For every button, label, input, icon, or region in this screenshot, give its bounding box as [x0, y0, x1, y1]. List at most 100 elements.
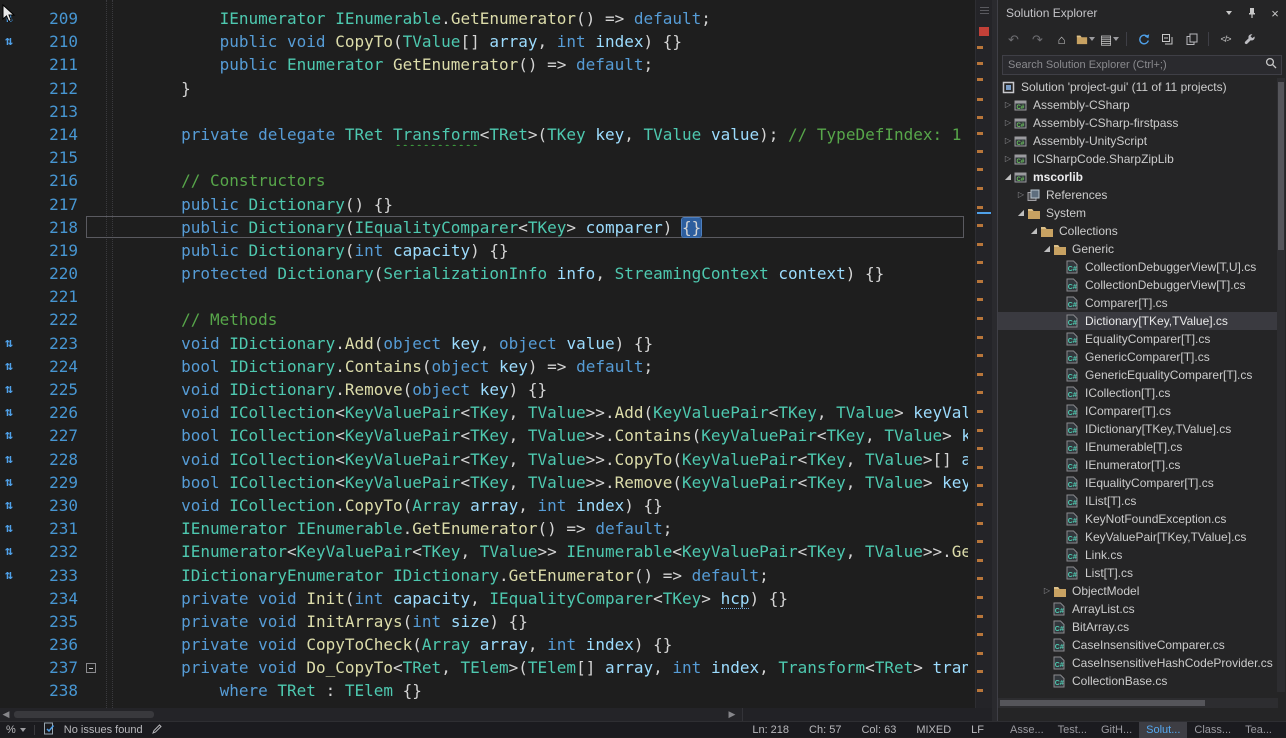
tree-item-references[interactable]: ▷References [998, 186, 1278, 204]
code-text[interactable]: private void Do_CopyTo<TRet, TElem>(TEle… [104, 656, 968, 679]
tree-item-icollection-t-cs[interactable]: C#ICollection[T].cs [998, 384, 1278, 402]
status-item-ln[interactable]: Ln: 218 [752, 724, 789, 736]
status-item-col[interactable]: Col: 63 [861, 724, 896, 736]
expanded-arrow-icon[interactable]: ◢ [1015, 204, 1027, 222]
forward-icon[interactable]: ↷ [1028, 30, 1047, 49]
tree-item-collectionbase-cs[interactable]: C#CollectionBase.cs [998, 672, 1278, 690]
code-line-237[interactable]: 237private void Do_CopyTo<TRet, TElem>(T… [0, 656, 992, 679]
tree-item-assembly-csharp[interactable]: ▷C#Assembly-CSharp [998, 96, 1278, 114]
wrench-icon[interactable] [1240, 30, 1259, 49]
tool-tab-class[interactable]: Class... [1187, 722, 1238, 738]
back-icon[interactable]: ↶ [1004, 30, 1023, 49]
code-line-211[interactable]: 211public Enumerator GetEnumerator() => … [0, 53, 992, 76]
tree-vertical-scrollbar[interactable] [1277, 78, 1285, 692]
tree-item-icsharpcode-sharpziplib[interactable]: ▷C#ICSharpCode.SharpZipLib [998, 150, 1278, 168]
code-line-228[interactable]: ⇅228void ICollection<KeyValuePair<TKey, … [0, 448, 992, 471]
filter-icon[interactable]: ▤ [1100, 30, 1119, 49]
collapsed-arrow-icon[interactable]: ▷ [1002, 114, 1014, 132]
code-text[interactable]: private delegate TRet Transform<TRet>(TK… [104, 123, 968, 146]
code-text[interactable]: void IDictionary.Add(object key, object … [104, 332, 968, 355]
tool-tab-asse[interactable]: Asse... [1003, 722, 1051, 738]
collapsed-arrow-icon[interactable]: ▷ [1041, 582, 1053, 600]
tree-item-keyvaluepair-tkey-tvalue-cs[interactable]: C#KeyValuePair[TKey,TValue].cs [998, 528, 1278, 546]
collapsed-arrow-icon[interactable]: ▷ [1015, 186, 1027, 204]
code-line-238[interactable]: 238where TRet : TElem {} [0, 679, 992, 702]
status-item-lf[interactable]: LF [971, 724, 984, 736]
status-item-ch[interactable]: Ch: 57 [809, 724, 841, 736]
code-line-209[interactable]: ⇅209IEnumerator IEnumerable.GetEnumerato… [0, 7, 992, 30]
tree-item-list-t-cs[interactable]: C#List[T].cs [998, 564, 1278, 582]
zoom-control[interactable]: % [6, 724, 26, 736]
code-text[interactable]: void IDictionary.Remove(object key) {} [104, 378, 968, 401]
tool-tab-gith[interactable]: GitH... [1094, 722, 1139, 738]
tree-item-dictionary-tkey-tvalue-cs[interactable]: C#Dictionary[TKey,TValue].cs [998, 312, 1278, 330]
code-line-231[interactable]: ⇅231IEnumerator IEnumerable.GetEnumerato… [0, 517, 992, 540]
show-all-files-icon[interactable] [1182, 30, 1201, 49]
code-line-218[interactable]: 218public Dictionary(IEqualityComparer<T… [0, 216, 992, 239]
tree-item-genericequalitycomparer-t-cs[interactable]: C#GenericEqualityComparer[T].cs [998, 366, 1278, 384]
code-line-221[interactable]: 221 [0, 285, 992, 308]
tree-item-objectmodel[interactable]: ▷ObjectModel [998, 582, 1278, 600]
code-text[interactable]: public Dictionary() {} [104, 193, 968, 216]
code-text[interactable]: private void InitArrays(int size) {} [104, 610, 968, 633]
expanded-arrow-icon[interactable]: ◢ [1002, 168, 1014, 186]
tree-item-assembly-unityscript[interactable]: ▷C#Assembly-UnityScript [998, 132, 1278, 150]
tool-tab-solut[interactable]: Solut... [1139, 722, 1187, 738]
code-editor[interactable]: ⇅209IEnumerator IEnumerable.GetEnumerato… [0, 0, 992, 708]
pencil-icon[interactable] [151, 723, 163, 738]
code-line-214[interactable]: 214private delegate TRet Transform<TRet>… [0, 123, 992, 146]
tool-tab-tea[interactable]: Tea... [1238, 722, 1279, 738]
code-line-223[interactable]: ⇅223void IDictionary.Add(object key, obj… [0, 332, 992, 355]
code-text[interactable] [104, 100, 968, 123]
fold-collapse-icon[interactable] [86, 663, 96, 673]
issues-message[interactable]: No issues found [64, 724, 143, 736]
code-text[interactable] [104, 285, 968, 308]
code-line-239[interactable]: 239private static KeyValuePair<TKey, TVa… [0, 703, 992, 708]
code-line-222[interactable]: 222// Methods [0, 308, 992, 331]
code-text[interactable]: } [104, 77, 968, 100]
code-text[interactable]: bool ICollection<KeyValuePair<TKey, TVal… [104, 424, 968, 447]
scroll-left-icon[interactable]: ◀ [0, 708, 12, 721]
tree-item-ienumerable-t-cs[interactable]: C#IEnumerable[T].cs [998, 438, 1278, 456]
code-text[interactable]: public Dictionary(int capacity) {} [104, 239, 968, 262]
code-text[interactable]: private static KeyValuePair<TKey, TValue… [104, 703, 968, 708]
code-line-224[interactable]: ⇅224bool IDictionary.Contains(object key… [0, 355, 992, 378]
code-line-234[interactable]: 234private void Init(int capacity, IEqua… [0, 587, 992, 610]
code-text[interactable]: IEnumerator IEnumerable.GetEnumerator() … [104, 7, 968, 30]
code-text[interactable]: IEnumerator<KeyValuePair<TKey, TValue>> … [104, 540, 968, 563]
code-line-219[interactable]: 219public Dictionary(int capacity) {} [0, 239, 992, 262]
expanded-arrow-icon[interactable]: ◢ [1028, 222, 1040, 240]
home-icon[interactable]: ⌂ [1052, 30, 1071, 49]
code-line-216[interactable]: 216// Constructors [0, 169, 992, 192]
issues-check-icon[interactable] [43, 722, 56, 738]
vscroll-thumb[interactable] [1278, 82, 1284, 250]
tree-item-assembly-csharp-firstpass[interactable]: ▷C#Assembly-CSharp-firstpass [998, 114, 1278, 132]
code-text[interactable]: void ICollection.CopyTo(Array array, int… [104, 494, 968, 517]
tree-item-genericcomparer-t-cs[interactable]: C#GenericComparer[T].cs [998, 348, 1278, 366]
code-view-icon[interactable]: </> [1216, 30, 1235, 49]
hscroll-thumb[interactable] [1000, 700, 1205, 706]
code-line-225[interactable]: ⇅225void IDictionary.Remove(object key) … [0, 378, 992, 401]
tree-item-collectiondebuggerview-t-u-cs[interactable]: C#CollectionDebuggerView[T,U].cs [998, 258, 1278, 276]
folder-view-icon[interactable] [1076, 30, 1095, 49]
code-text[interactable]: public Dictionary(IEqualityComparer<TKey… [104, 216, 968, 239]
code-text[interactable]: bool ICollection<KeyValuePair<TKey, TVal… [104, 471, 968, 494]
tree-item-iequalitycomparer-t-cs[interactable]: C#IEqualityComparer[T].cs [998, 474, 1278, 492]
solution-explorer-search[interactable] [1002, 55, 1282, 75]
code-text[interactable]: public Enumerator GetEnumerator() => def… [104, 53, 968, 76]
code-text[interactable]: void ICollection<KeyValuePair<TKey, TVal… [104, 448, 968, 471]
code-line-232[interactable]: ⇅232IEnumerator<KeyValuePair<TKey, TValu… [0, 540, 992, 563]
tree-item-comparer-t-cs[interactable]: C#Comparer[T].cs [998, 294, 1278, 312]
code-line-235[interactable]: 235private void InitArrays(int size) {} [0, 610, 992, 633]
tree-item-arraylist-cs[interactable]: C#ArrayList.cs [998, 600, 1278, 618]
code-line-217[interactable]: 217public Dictionary() {} [0, 193, 992, 216]
code-line-213[interactable]: 213 [0, 100, 992, 123]
code-text[interactable]: public void CopyTo(TValue[] array, int i… [104, 30, 968, 53]
code-line-230[interactable]: ⇅230void ICollection.CopyTo(Array array,… [0, 494, 992, 517]
expanded-arrow-icon[interactable]: ◢ [1041, 240, 1053, 258]
tool-tab-test[interactable]: Test... [1051, 722, 1094, 738]
tree-item-ilist-t-cs[interactable]: C#IList[T].cs [998, 492, 1278, 510]
code-text[interactable]: private void Init(int capacity, IEqualit… [104, 587, 968, 610]
tree-item-mscorlib[interactable]: ◢C#mscorlib [998, 168, 1278, 186]
tree-item-keynotfoundexception-cs[interactable]: C#KeyNotFoundException.cs [998, 510, 1278, 528]
